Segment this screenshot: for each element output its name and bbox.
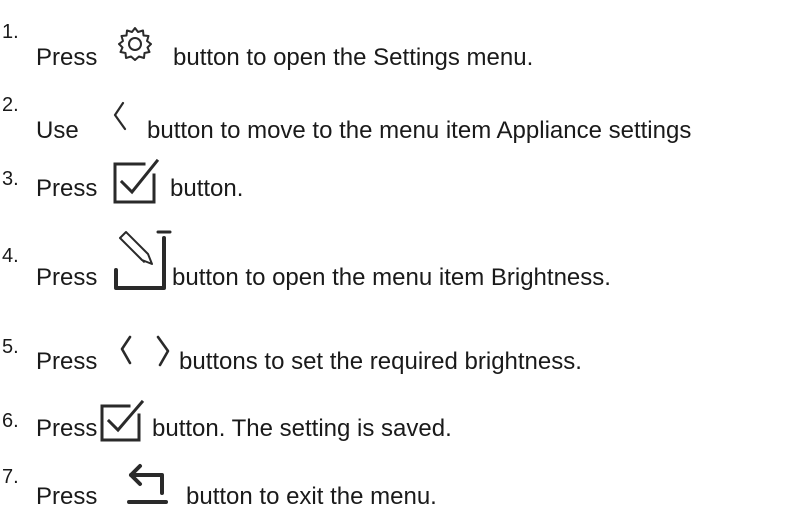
step-text-after: buttons to set the required brightness.: [179, 348, 582, 375]
step-2: 2. Use button to move to the menu item A…: [0, 81, 812, 144]
checkbox-check-icon: [112, 157, 160, 205]
step-text-before: Press: [36, 175, 98, 202]
step-text-before: Press: [36, 483, 98, 510]
step-number: 7.: [2, 466, 19, 488]
step-text-after: button to open the menu item Brightness.: [172, 264, 611, 291]
step-text-after: button.: [170, 175, 244, 202]
step-1: 1. Press button to open the Settings men…: [0, 8, 812, 71]
step-text-before: Press: [36, 348, 98, 375]
step-6: 6. Press button. The setting is saved.: [0, 397, 812, 457]
step-text-before: Use: [36, 117, 79, 144]
step-text-after: button to open the Settings menu.: [173, 44, 534, 71]
step-number: 1.: [2, 21, 19, 43]
step-text-after: button to exit the menu.: [186, 483, 437, 510]
gear-icon: [115, 26, 155, 66]
instruction-list: 1. Press button to open the Settings men…: [0, 0, 812, 518]
step-4: 4. Press button to open the menu item Br…: [0, 228, 812, 291]
edit-box-icon: [112, 228, 172, 292]
step-3: 3. Press button.: [0, 155, 812, 215]
step-number: 5.: [2, 336, 19, 358]
chevron-left-icon: [111, 101, 129, 133]
chevron-left-right-icon: [116, 333, 176, 373]
step-text-before: Press: [36, 44, 98, 71]
step-7: 7. Press button to exit the menu.: [0, 453, 812, 513]
step-5: 5. Press buttons to set the required bri…: [0, 323, 812, 383]
step-number: 6.: [2, 410, 19, 432]
step-number: 2.: [2, 94, 19, 116]
step-text-after: button. The setting is saved.: [152, 415, 452, 442]
back-arrow-icon: [126, 463, 170, 509]
checkbox-check-icon: [99, 399, 145, 443]
step-number: 3.: [2, 168, 19, 190]
step-text-after: button to move to the menu item Applianc…: [147, 117, 692, 144]
step-text-before: Press: [36, 415, 98, 442]
step-text-before: Press: [36, 264, 98, 291]
step-number: 4.: [2, 245, 19, 267]
